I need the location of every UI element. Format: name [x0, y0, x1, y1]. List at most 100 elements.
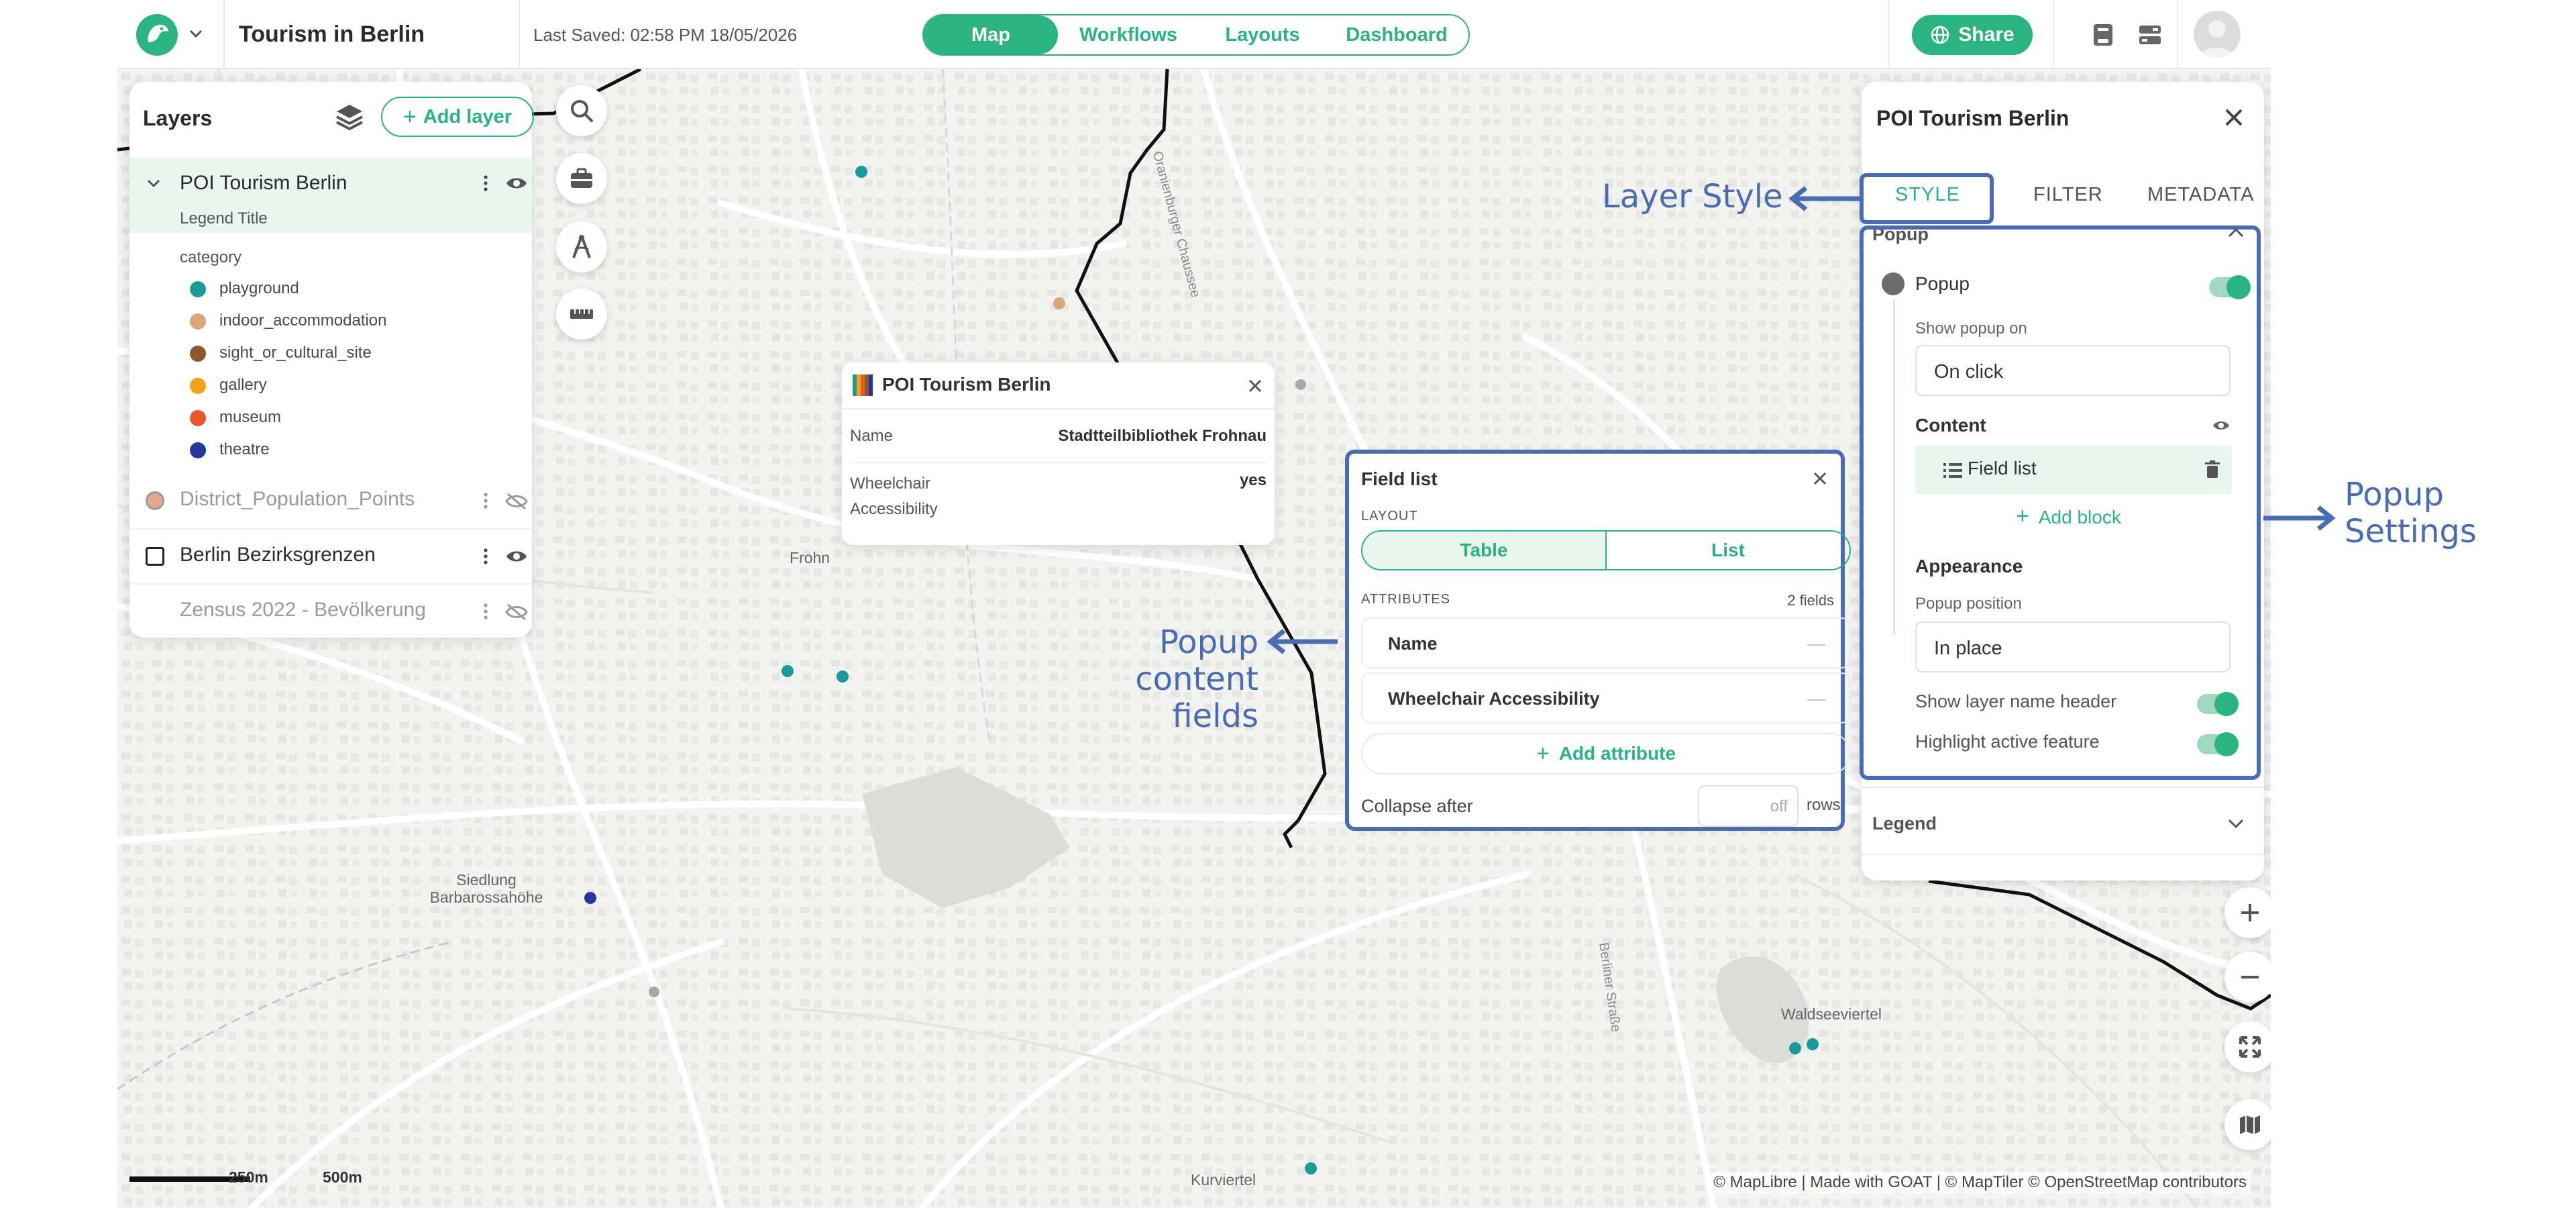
eye-off-icon[interactable]	[505, 603, 528, 621]
popup-divider	[850, 462, 1267, 463]
app-header: Tourism in Berlin Last Saved: 02:58 PM 1…	[117, 0, 2271, 69]
close-icon[interactable]	[1813, 471, 1827, 486]
place-label-text: Siedlung Barbarossahöhe	[429, 871, 543, 907]
more-options-icon[interactable]	[484, 601, 488, 621]
layer-item-district-population[interactable]: District_Population_Points	[129, 474, 532, 527]
plus-icon	[2241, 904, 2259, 921]
zoom-in-button[interactable]	[2224, 887, 2271, 938]
legend-swatch	[190, 442, 206, 458]
draw-button[interactable]	[556, 221, 607, 272]
toolbox-button[interactable]	[556, 153, 607, 204]
zoom-out-button[interactable]	[2224, 952, 2271, 1003]
nav-tab-dashboard[interactable]: Dashboard	[1326, 15, 1467, 54]
more-options-icon[interactable]	[484, 491, 488, 511]
more-options-icon[interactable]	[484, 173, 488, 193]
poi-marker[interactable]	[1295, 379, 1306, 390]
annotation-box-popup-settings	[1860, 225, 2261, 780]
annotation-arrow-right-icon	[2263, 505, 2336, 531]
tab-filter[interactable]: FILTER	[2033, 184, 2103, 206]
basemap-button[interactable]	[2224, 1099, 2271, 1150]
close-icon[interactable]	[1248, 379, 1263, 393]
poi-marker[interactable]	[1053, 297, 1065, 309]
chevron-down-icon[interactable]	[144, 174, 163, 193]
book-icon[interactable]	[2090, 21, 2116, 48]
eye-icon[interactable]	[505, 175, 528, 191]
layout-option-table[interactable]: Table	[1362, 532, 1607, 569]
poi-marker[interactable]	[584, 892, 596, 904]
poi-marker[interactable]	[1807, 1038, 1819, 1050]
popup-divider	[842, 408, 1275, 409]
layer-item-berlin-bezirksgrenzen[interactable]: Berlin Bezirksgrenzen	[129, 528, 532, 582]
poi-marker[interactable]	[649, 987, 659, 997]
add-layer-label: Add layer	[423, 105, 513, 128]
eye-icon[interactable]	[505, 548, 528, 564]
chevron-down-icon[interactable]	[2226, 816, 2245, 831]
layout-option-list[interactable]: List	[1607, 532, 1849, 569]
toolbox-icon	[571, 168, 592, 188]
legend-item-label: sight_or_cultural_site	[219, 344, 372, 362]
fullscreen-button[interactable]	[2224, 1021, 2271, 1072]
app-window: Frohn Siedlung Barbarossahöhe Waldseevie…	[117, 0, 2271, 1208]
minus-icon	[2241, 976, 2259, 978]
poi-marker[interactable]	[1305, 1162, 1317, 1174]
attribute-row[interactable]: Wheelchair Accessibility —	[1361, 672, 1851, 723]
feature-popup: POI Tourism Berlin Name Stadtteilbibliot…	[842, 362, 1275, 545]
poi-marker[interactable]	[855, 166, 867, 178]
layer-name: Zensus 2022 - Bevölkerung	[180, 599, 426, 621]
nav-tab-workflows[interactable]: Workflows	[1058, 15, 1199, 54]
legend-swatch	[190, 281, 206, 297]
annotation-popup-settings: Popup Settings	[2345, 476, 2477, 550]
nav-tab-map[interactable]: Map	[924, 15, 1058, 54]
chevron-down-icon[interactable]	[188, 26, 204, 42]
project-title[interactable]: Tourism in Berlin	[239, 21, 425, 48]
section-legend-header[interactable]: Legend	[1872, 813, 1937, 834]
attribute-dash: —	[1807, 634, 1825, 654]
ruler-icon	[570, 309, 593, 319]
share-button-label: Share	[1958, 23, 2015, 46]
globe-icon	[1931, 26, 1949, 44]
user-avatar[interactable]	[2194, 11, 2241, 58]
place-label: Siedlung Barbarossahöhe	[399, 871, 574, 907]
map-icon	[2240, 1115, 2260, 1134]
layer-name: POI Tourism Berlin	[180, 172, 347, 194]
popup-title: POI Tourism Berlin	[882, 374, 1051, 395]
close-icon[interactable]	[2224, 107, 2244, 128]
layer-item-zensus[interactable]: Zensus 2022 - Bevölkerung	[129, 583, 532, 637]
layers-panel: Layers + Add layer POI Tourism Berlin Le…	[129, 82, 534, 638]
layout-panels-icon[interactable]	[2137, 21, 2163, 48]
poi-marker[interactable]	[782, 665, 794, 677]
search-button[interactable]	[556, 85, 607, 136]
measure-button[interactable]	[556, 289, 607, 340]
add-attribute-button[interactable]: + Add attribute	[1361, 733, 1851, 774]
place-label: Frohn	[790, 549, 830, 566]
legend-item-label: gallery	[219, 376, 267, 394]
draw-compass-icon	[572, 235, 591, 258]
popup-row-key: Name	[850, 427, 894, 445]
poi-marker[interactable]	[1789, 1042, 1801, 1054]
scale-label-250: 250m	[229, 1168, 268, 1186]
add-layer-button[interactable]: + Add layer	[381, 97, 534, 137]
header-divider	[519, 0, 520, 69]
nav-tab-layouts[interactable]: Layouts	[1199, 15, 1326, 54]
eye-off-icon[interactable]	[505, 493, 528, 510]
more-options-icon[interactable]	[484, 546, 488, 566]
poi-marker[interactable]	[837, 670, 849, 683]
legend-swatch	[190, 378, 206, 394]
attribute-row[interactable]: Name —	[1361, 617, 1851, 668]
share-button[interactable]: Share	[1912, 15, 2033, 55]
collapse-after-input[interactable]: off	[1698, 785, 1799, 827]
legend-item-label: playground	[219, 279, 299, 297]
legend-title: Legend Title	[180, 209, 268, 228]
tab-metadata[interactable]: METADATA	[2147, 184, 2254, 206]
layers-stack-icon[interactable]	[334, 102, 365, 133]
last-saved-status: Last Saved: 02:58 PM 18/05/2026	[533, 25, 798, 45]
attributes-count: 2 fields	[1787, 592, 1834, 609]
popup-row-value: yes	[1239, 471, 1267, 489]
app-logo-icon[interactable]	[136, 14, 178, 56]
legend-item-label: theatre	[219, 440, 270, 458]
header-divider	[223, 0, 225, 69]
annotation-box-style-tab	[1860, 173, 1994, 224]
popup-row-key: Wheelchair Accessibility	[850, 474, 938, 519]
scale-label-500: 500m	[323, 1168, 362, 1186]
collapse-unit-label: rows	[1807, 796, 1841, 814]
